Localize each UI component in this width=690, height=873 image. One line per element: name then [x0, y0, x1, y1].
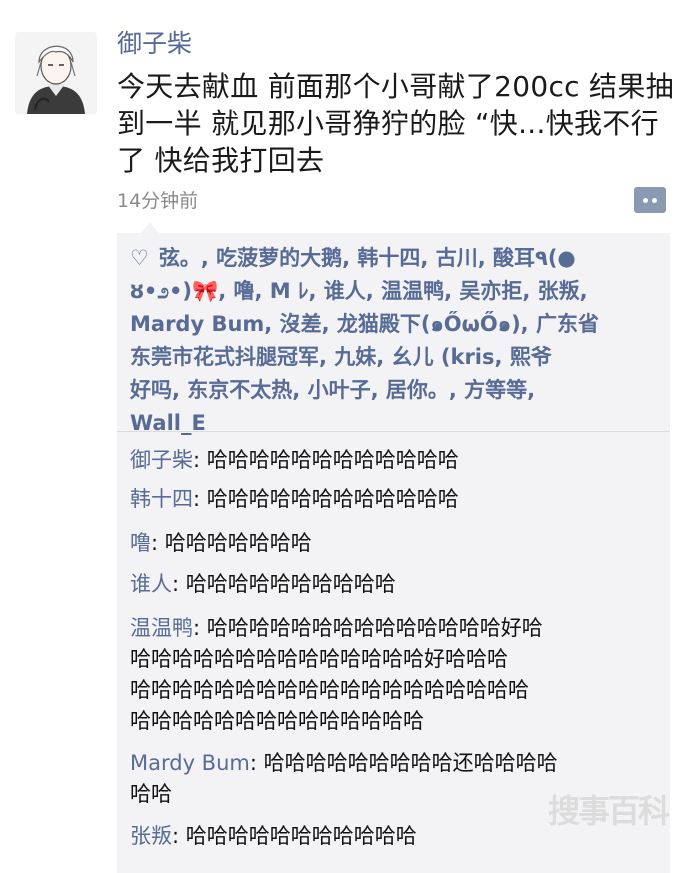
- post-timestamp: 14分钟前: [117, 190, 199, 212]
- comment[interactable]: 温温鸭: 哈哈哈哈哈哈哈哈哈哈哈哈哈哈好哈 哈哈哈哈哈哈哈哈哈哈哈哈哈哈好哈哈哈…: [130, 613, 660, 737]
- comment-text: 哈哈哈哈哈哈哈哈哈哈哈哈哈哈哈哈哈哈哈: [130, 678, 529, 702]
- comment-text: 哈哈哈哈哈哈哈: [164, 531, 312, 555]
- likes-line[interactable]: 东莞市花式抖腿冠军, 九妹, 幺儿 (kris, 熙爷: [130, 341, 660, 374]
- likes-divider: [117, 431, 670, 432]
- heart-outline-icon: ♡: [130, 246, 149, 270]
- comment[interactable]: 谁人: 哈哈哈哈哈哈哈哈哈哈: [130, 569, 660, 600]
- comment[interactable]: 御子柴: 哈哈哈哈哈哈哈哈哈哈哈哈: [130, 445, 660, 476]
- comment-text: 哈哈哈哈哈哈哈哈哈还哈哈哈哈: [263, 751, 558, 775]
- comment-text: 哈哈哈哈哈哈哈哈哈哈: [185, 572, 396, 596]
- post-author-name[interactable]: 御子柴: [117, 26, 192, 62]
- more-dots-icon[interactable]: [634, 187, 666, 213]
- comment-text: 哈哈哈哈哈哈哈哈哈哈哈哈哈哈: [130, 709, 424, 733]
- comment-text: 哈哈哈哈哈哈哈哈哈哈哈哈哈哈好哈哈哈: [130, 647, 508, 671]
- bow-icon: 🎀: [192, 279, 219, 303]
- likes-names[interactable]: 弦。, 吃菠萝的大鹅, 韩十四, 古川, 酸耳٩(●: [159, 246, 576, 270]
- comment-author[interactable]: 张叛: [130, 824, 172, 848]
- comment-text: 哈哈哈哈哈哈哈哈哈哈哈哈哈哈好哈: [206, 616, 543, 640]
- likes-line[interactable]: 好吗, 东京不太热, 小叶子, 居你。, 方等等,: [130, 374, 660, 407]
- likes-names[interactable]: , 噜, M ﾚ, 谁人, 温温鸭, 吴亦拒, 张叛,: [218, 279, 587, 303]
- post-text: 今天去献血 前面那个小哥献了200cc 结果抽 到一半 就见那小哥狰狞的脸 “快…: [117, 68, 677, 179]
- comment-author[interactable]: 噜: [130, 531, 151, 555]
- anime-boy-avatar-icon: [15, 32, 97, 114]
- interaction-panel: ♡ 弦。, 吃菠萝的大鹅, 韩十四, 古川, 酸耳٩(● ȣ•೨•)🎀, 噜, M…: [117, 233, 670, 873]
- post-text-line: 今天去献血 前面那个小哥献了200cc 结果抽: [117, 70, 674, 103]
- likes-line: ȣ•೨•)🎀, 噜, M ﾚ, 谁人, 温温鸭, 吴亦拒, 张叛,: [130, 275, 660, 308]
- comment-text: 哈哈哈哈哈哈哈哈哈哈哈哈: [206, 487, 459, 511]
- comment[interactable]: 噜: 哈哈哈哈哈哈哈: [130, 528, 660, 559]
- likes-list: ♡ 弦。, 吃菠萝的大鹅, 韩十四, 古川, 酸耳٩(● ȣ•೨•)🎀, 噜, M…: [130, 242, 660, 440]
- avatar[interactable]: [15, 32, 97, 114]
- comment-author[interactable]: 韩十四: [130, 487, 193, 511]
- likes-names[interactable]: ȣ•೨•): [130, 279, 192, 303]
- post-text-line: 了 快给我打回去: [117, 144, 325, 177]
- comment-text: 哈哈哈哈哈哈哈哈哈哈哈哈: [206, 448, 459, 472]
- comment-text: 哈哈哈哈哈哈哈哈哈哈哈: [185, 824, 417, 848]
- comment-author[interactable]: 谁人: [130, 572, 172, 596]
- comment-author[interactable]: 温温鸭: [130, 616, 193, 640]
- likes-line[interactable]: Mardy Bum, 沒差, 龙猫殿下(๑ŐωŐ๑), 广东省: [130, 308, 660, 341]
- likes-line[interactable]: Wall_E: [130, 407, 660, 440]
- post-text-line: 到一半 就见那小哥狰狞的脸 “快...快我不行: [117, 107, 659, 140]
- comment-author[interactable]: Mardy Bum: [130, 751, 250, 775]
- likes-line: ♡ 弦。, 吃菠萝的大鹅, 韩十四, 古川, 酸耳٩(●: [130, 242, 660, 275]
- comment[interactable]: 韩十四: 哈哈哈哈哈哈哈哈哈哈哈哈: [130, 484, 660, 515]
- watermark: 搜事百科: [548, 792, 670, 830]
- comment-author[interactable]: 御子柴: [130, 448, 193, 472]
